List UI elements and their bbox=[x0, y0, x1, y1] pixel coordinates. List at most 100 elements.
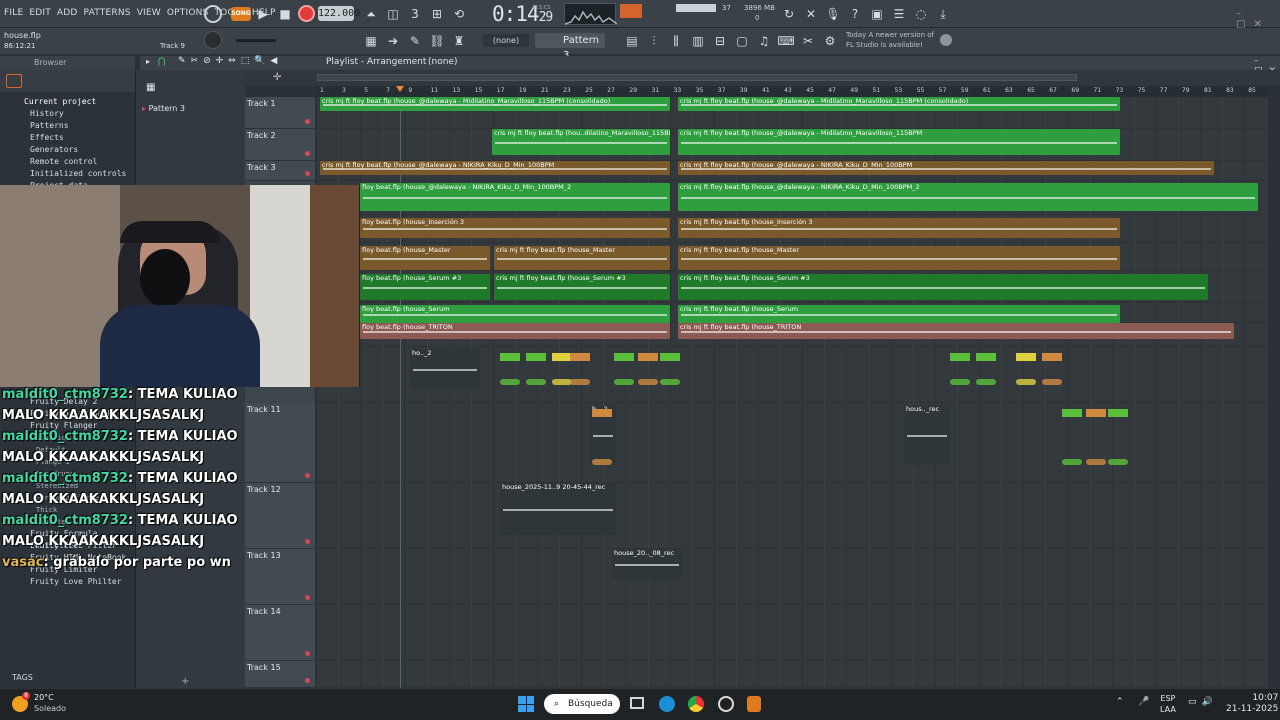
mixer-icon[interactable]: ☰ bbox=[890, 5, 908, 23]
browser-item[interactable]: History bbox=[0, 108, 135, 120]
audio-clip[interactable]: floy beat.flp (house_@dalewaya - NIKIRA_… bbox=[360, 183, 670, 211]
browser-item[interactable]: Initialized controls bbox=[0, 168, 135, 180]
browser-item[interactable]: Patterns bbox=[0, 120, 135, 132]
link-icon[interactable]: ⛓ bbox=[428, 32, 446, 50]
download-icon[interactable]: ⤓ bbox=[934, 5, 952, 23]
add-icon[interactable]: + bbox=[181, 676, 189, 687]
snap-cross-icon[interactable]: ✛ bbox=[273, 72, 281, 83]
task-view-icon[interactable] bbox=[630, 697, 644, 709]
playlist-selector[interactable]: (none) bbox=[428, 57, 457, 67]
stop-icon[interactable]: ■ bbox=[276, 5, 294, 23]
track-header[interactable]: Track 12 bbox=[245, 483, 315, 549]
magnet-icon[interactable]: ⋂ bbox=[158, 57, 165, 67]
browser-all-icon[interactable] bbox=[6, 74, 22, 88]
audio-clip[interactable]: hous.._rec bbox=[904, 405, 950, 465]
audio-clip[interactable]: house_20.._08_rec bbox=[612, 549, 682, 579]
pattern-selector[interactable]: Pattern 3 bbox=[535, 33, 605, 61]
loop-record-icon[interactable]: ⟲ bbox=[450, 5, 468, 23]
obs-icon[interactable] bbox=[718, 696, 734, 712]
menu-patterns[interactable]: PATTERNS bbox=[84, 8, 131, 18]
piano-icon[interactable]: ▦ bbox=[362, 32, 380, 50]
mixer-view-icon[interactable]: ⫼ bbox=[667, 32, 685, 50]
tray-mic-icon[interactable]: 🎤 bbox=[1138, 697, 1149, 707]
track-header[interactable]: Track 15 bbox=[245, 661, 315, 688]
audio-clip[interactable]: cris mj ft floy beat.flp (house_@daleway… bbox=[678, 97, 1120, 111]
audio-clip[interactable]: cris mj ft floy beat.flp (house_Master bbox=[494, 246, 670, 270]
audio-clip[interactable]: ho.._2 bbox=[410, 349, 480, 389]
pattern-block[interactable] bbox=[1016, 353, 1036, 361]
audio-clip[interactable]: cris mj ft floy beat.flp (house_Inserció… bbox=[678, 218, 1120, 238]
audio-clip[interactable]: floy beat.flp (house_TRITON bbox=[360, 323, 670, 339]
chat-icon[interactable]: ◌ bbox=[912, 5, 930, 23]
audio-clip[interactable]: floy beat.flp (house_Inserción 3 bbox=[360, 218, 670, 238]
stamp-icon[interactable]: ♜ bbox=[450, 32, 468, 50]
timeline-ruler[interactable]: 1 3 5 7 9 11 13 15 17 19 21 23 25 27 29 31 33 35 37 39 41 43 4… bbox=[316, 86, 1268, 97]
audio-clip[interactable]: floy beat.flp (house_Serum bbox=[360, 305, 670, 323]
pattern-block[interactable] bbox=[660, 353, 680, 361]
track-mute-icon[interactable] bbox=[305, 539, 310, 544]
browser-item[interactable]: Remote control bbox=[0, 156, 135, 168]
track-mute-icon[interactable] bbox=[305, 119, 310, 124]
plugin-picker-icon[interactable]: ♫ bbox=[755, 32, 773, 50]
vertical-scrollbar[interactable] bbox=[1268, 86, 1280, 688]
news-globe-icon[interactable] bbox=[940, 34, 952, 46]
track-lane[interactable] bbox=[316, 661, 1268, 688]
audio-clip[interactable]: floy beat.flp (house_Master bbox=[360, 246, 490, 270]
tempo-display[interactable]: 122.000 bbox=[318, 6, 360, 21]
step-edit-icon[interactable]: ⊞ bbox=[428, 5, 446, 23]
track-mute-icon[interactable] bbox=[305, 651, 310, 656]
pattern-list-item[interactable]: ▸ Pattern 3 bbox=[142, 104, 185, 113]
x-icon[interactable]: ✕ bbox=[802, 5, 820, 23]
master-pitch-slider[interactable] bbox=[236, 39, 276, 42]
track-header[interactable]: Track 11 bbox=[245, 403, 315, 483]
track-header[interactable]: Track 1 bbox=[245, 97, 315, 129]
menu-edit[interactable]: EDIT bbox=[29, 8, 51, 18]
playhead-marker-icon[interactable] bbox=[396, 86, 404, 92]
update-news[interactable]: Today A newer version of FL Studio is ava… bbox=[846, 30, 934, 50]
wait-input-icon[interactable]: ◫ bbox=[384, 5, 402, 23]
plugin-item[interactable]: Fruity Love Philter bbox=[0, 576, 135, 588]
audio-clip[interactable]: cris mj ft floy beat.flp (house_TRITON bbox=[678, 323, 1234, 339]
pattern-block[interactable] bbox=[592, 409, 612, 417]
tray-network-volume-icon[interactable]: ▭🔊 bbox=[1188, 697, 1218, 707]
pattern-block[interactable] bbox=[1108, 409, 1128, 417]
menu-file[interactable]: FILE bbox=[4, 8, 23, 18]
track-mute-icon[interactable] bbox=[305, 595, 310, 600]
audio-clip[interactable]: cris mj ft floy beat.flp (house_Serum bbox=[678, 305, 1120, 323]
track-mute-icon[interactable] bbox=[305, 171, 310, 176]
pattern-block[interactable] bbox=[638, 353, 658, 361]
pattern-block[interactable] bbox=[1086, 409, 1106, 417]
track-lane[interactable] bbox=[316, 605, 1268, 661]
edge-icon[interactable] bbox=[659, 696, 675, 712]
metronome-icon[interactable]: ⏶ bbox=[362, 5, 380, 23]
track-mute-icon[interactable] bbox=[305, 678, 310, 683]
pattern-block[interactable] bbox=[526, 353, 546, 361]
audio-clip[interactable]: cris mj ft floy beat.flp (hou..dilatino_… bbox=[492, 129, 670, 155]
undo-icon[interactable]: ↻ bbox=[780, 5, 798, 23]
countdown-icon[interactable]: 3 bbox=[406, 5, 424, 23]
pattern-block[interactable] bbox=[950, 353, 970, 361]
browser-item[interactable]: Current project bbox=[0, 96, 135, 108]
plugin-db-icon[interactable]: ▢ bbox=[733, 32, 751, 50]
menu-view[interactable]: VIEW bbox=[137, 8, 161, 18]
playlist-tools-icon[interactable]: ✎✂⊘✛⇔⬚🔍◀ bbox=[178, 56, 282, 66]
fl-studio-icon[interactable] bbox=[747, 696, 761, 712]
audio-clip[interactable]: cris mj ft floy beat.flp (house_@daleway… bbox=[320, 97, 670, 111]
language-indicator[interactable]: ESP LAA bbox=[1160, 693, 1176, 715]
audio-clip[interactable]: cris mj ft floy beat.flp (house_Serum #3 bbox=[678, 274, 1208, 300]
taskbar-clock[interactable]: 10:07 21-11-2025 bbox=[1226, 693, 1278, 715]
menu-add[interactable]: ADD bbox=[57, 8, 78, 18]
chrome-icon[interactable] bbox=[688, 696, 704, 712]
channel-rack-icon[interactable]: ⫶ bbox=[645, 32, 663, 50]
tray-chevron-icon[interactable]: ⌃ bbox=[1116, 697, 1124, 707]
playlist-arrow-icon[interactable]: ▸ bbox=[146, 57, 150, 66]
record-icon[interactable] bbox=[298, 5, 315, 22]
snap-selector[interactable]: (none) bbox=[483, 34, 529, 47]
track-mute-icon[interactable] bbox=[305, 473, 310, 478]
play-icon[interactable]: ▶ bbox=[254, 5, 272, 23]
track-header[interactable]: Track 3 bbox=[245, 161, 315, 181]
menu-options[interactable]: OPTIONS bbox=[167, 8, 209, 18]
audio-clip[interactable]: floy beat.flp (house_Serum #3 bbox=[360, 274, 490, 300]
track-lane[interactable] bbox=[316, 483, 1268, 549]
pattern-block[interactable] bbox=[1062, 409, 1082, 417]
